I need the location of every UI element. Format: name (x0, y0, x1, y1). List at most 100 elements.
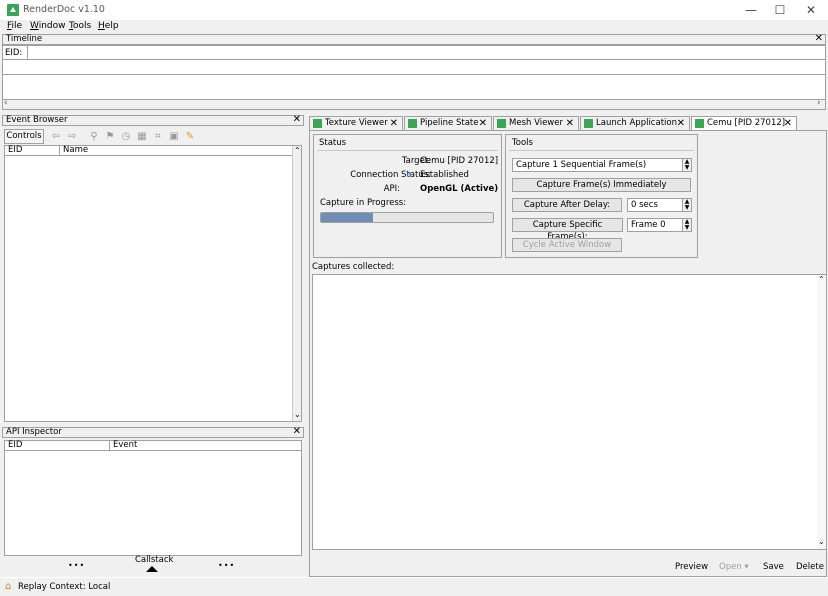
divider (3, 74, 825, 75)
spin-arrows-icon[interactable]: ▲ ▼ (682, 199, 691, 211)
target-value: Cemu [PID 27012] (420, 156, 499, 166)
open-button[interactable]: Open ▾ (719, 562, 749, 572)
sequential-frames-value: Capture 1 Sequential Frame(s) (516, 160, 647, 170)
tab-content: Status Target: Cemu [PID 27012] Connecti… (309, 130, 827, 577)
delete-button[interactable]: Delete (796, 562, 824, 572)
replay-context-text: Replay Context: Local (18, 582, 111, 592)
column-name[interactable]: Name (63, 146, 88, 155)
captures-label: Captures collected: (312, 262, 395, 272)
timeline-area[interactable]: EID: ‹ › (2, 45, 826, 110)
spin-arrows-icon[interactable]: ▲ ▼ (682, 219, 691, 231)
timeline-hscroll[interactable]: ‹ › (3, 98, 825, 109)
divider (3, 59, 825, 60)
sequential-frames-spinbox[interactable]: Capture 1 Sequential Frame(s) ▲ ▼ (512, 158, 692, 172)
frame-value: Frame 0 (631, 220, 666, 230)
timeline-close-icon[interactable]: ✕ (815, 34, 823, 44)
preview-button[interactable]: Preview (675, 562, 708, 572)
window-title: RenderDoc v1.10 (23, 4, 105, 15)
export-icon[interactable]: ✎ (184, 131, 196, 143)
back-arrow-icon[interactable]: ⇦ (50, 131, 62, 143)
capture-specific-button[interactable]: Capture Specific Frame(s): (512, 218, 623, 242)
event-browser-title-text: Event Browser (6, 115, 68, 125)
tab-launch-application[interactable]: Launch Application ✕ (580, 116, 690, 131)
captures-scrollbar[interactable]: ⌃ ⌄ (817, 275, 826, 549)
timeline-title-text: Timeline (6, 34, 43, 44)
capture-progress-bar (320, 212, 494, 223)
minimize-button[interactable]: — (738, 2, 764, 18)
tab-close-icon[interactable]: ✕ (677, 117, 685, 130)
tab-label: Cemu [PID 27012] (707, 118, 786, 128)
api-list[interactable]: EID Event (4, 440, 302, 556)
tab-label: Launch Application (596, 118, 677, 128)
scroll-right-icon[interactable]: › (817, 98, 821, 108)
save-icon[interactable]: ▣ (168, 131, 180, 143)
api-inspector-close-icon[interactable]: ✕ (293, 427, 301, 437)
divider (317, 150, 498, 151)
capture-after-delay-button[interactable]: Capture After Delay: (512, 198, 622, 212)
tab-close-icon[interactable]: ✕ (390, 117, 398, 130)
scroll-down-icon[interactable]: ⌄ (294, 410, 301, 419)
menu-file[interactable]: File (7, 21, 22, 31)
tab-close-icon[interactable]: ✕ (566, 117, 574, 130)
title-bar: RenderDoc v1.10 — ☐ ✕ (0, 0, 828, 20)
divider (509, 150, 694, 151)
delay-spinbox[interactable]: 0 secs ▲ ▼ (627, 198, 692, 212)
maximize-button[interactable]: ☐ (767, 2, 793, 18)
grid-icon[interactable]: ⌗ (152, 131, 164, 143)
tab-close-icon[interactable]: ✕ (784, 117, 792, 130)
splitter-dots[interactable]: ••• (218, 561, 235, 570)
tab-close-icon[interactable]: ✕ (479, 117, 487, 130)
splitter-dots[interactable]: ••• (68, 561, 85, 570)
connection-value: Established (420, 170, 469, 180)
tab-texture-viewer[interactable]: Texture Viewer ✕ (309, 116, 403, 131)
event-list-header: EID Name (5, 145, 292, 156)
api-list-header: EID Event (5, 440, 301, 451)
find-icon[interactable]: ⚲ (88, 131, 100, 143)
spin-arrows-icon[interactable]: ▲ ▼ (682, 159, 691, 171)
tab-label: Mesh Viewer (509, 118, 563, 128)
bookmark-icon[interactable]: ▦ (136, 131, 148, 143)
api-label: API: (383, 184, 400, 194)
controls-button[interactable]: Controls (4, 129, 44, 144)
expand-up-icon[interactable] (146, 566, 158, 572)
timeline-title: Timeline ✕ (2, 34, 826, 45)
scroll-down-icon[interactable]: ⌄ (818, 537, 825, 546)
frame-spinbox[interactable]: Frame 0 ▲ ▼ (627, 218, 692, 232)
column-eid[interactable]: EID (8, 146, 22, 155)
status-bar: ⌂ Replay Context: Local (0, 578, 828, 596)
api-value: OpenGL (Active) (420, 184, 499, 194)
menu-bar: File Window Tools Help (0, 20, 828, 33)
tab-icon (695, 119, 704, 128)
connection-icon: ❧ (406, 170, 414, 180)
tab-label: Texture Viewer (325, 118, 388, 128)
callstack-label[interactable]: Callstack (135, 555, 173, 565)
progress-fill (321, 213, 373, 222)
status-title: Status (319, 138, 347, 148)
event-browser-close-icon[interactable]: ✕ (293, 115, 301, 125)
close-button[interactable]: ✕ (798, 2, 824, 18)
scroll-up-icon[interactable]: ⌃ (294, 146, 301, 155)
scroll-up-icon[interactable]: ⌃ (818, 275, 825, 284)
menu-help[interactable]: Help (98, 21, 119, 31)
event-list-scrollbar[interactable]: ⌃ ⌄ (292, 146, 301, 421)
forward-arrow-icon[interactable]: ⇨ (66, 131, 78, 143)
status-group: Status Target: Cemu [PID 27012] Connecti… (313, 134, 502, 258)
tab-cemu[interactable]: Cemu [PID 27012] ✕ (691, 116, 797, 131)
menu-window[interactable]: Window (30, 21, 66, 31)
tab-pipeline-state[interactable]: Pipeline State ✕ (404, 116, 492, 131)
save-button[interactable]: Save (763, 562, 784, 572)
clock-icon[interactable]: ◷ (120, 131, 132, 143)
captures-list[interactable]: ⌃ ⌄ (312, 274, 827, 550)
tab-icon (408, 119, 417, 128)
tab-mesh-viewer[interactable]: Mesh Viewer ✕ (493, 116, 579, 131)
flag-icon[interactable]: ⚑ (104, 131, 116, 143)
event-list[interactable]: EID Name ⌃ ⌄ (4, 145, 302, 422)
tab-icon (313, 119, 322, 128)
menu-tools[interactable]: Tools (69, 21, 91, 31)
column-event[interactable]: Event (113, 441, 137, 450)
scroll-left-icon[interactable]: ‹ (4, 98, 8, 108)
tools-group: Tools Capture 1 Sequential Frame(s) ▲ ▼ C… (505, 134, 698, 258)
column-eid[interactable]: EID (8, 441, 22, 450)
cycle-active-window-button[interactable]: Cycle Active Window (512, 238, 622, 252)
capture-immediately-button[interactable]: Capture Frame(s) Immediately (512, 178, 691, 192)
